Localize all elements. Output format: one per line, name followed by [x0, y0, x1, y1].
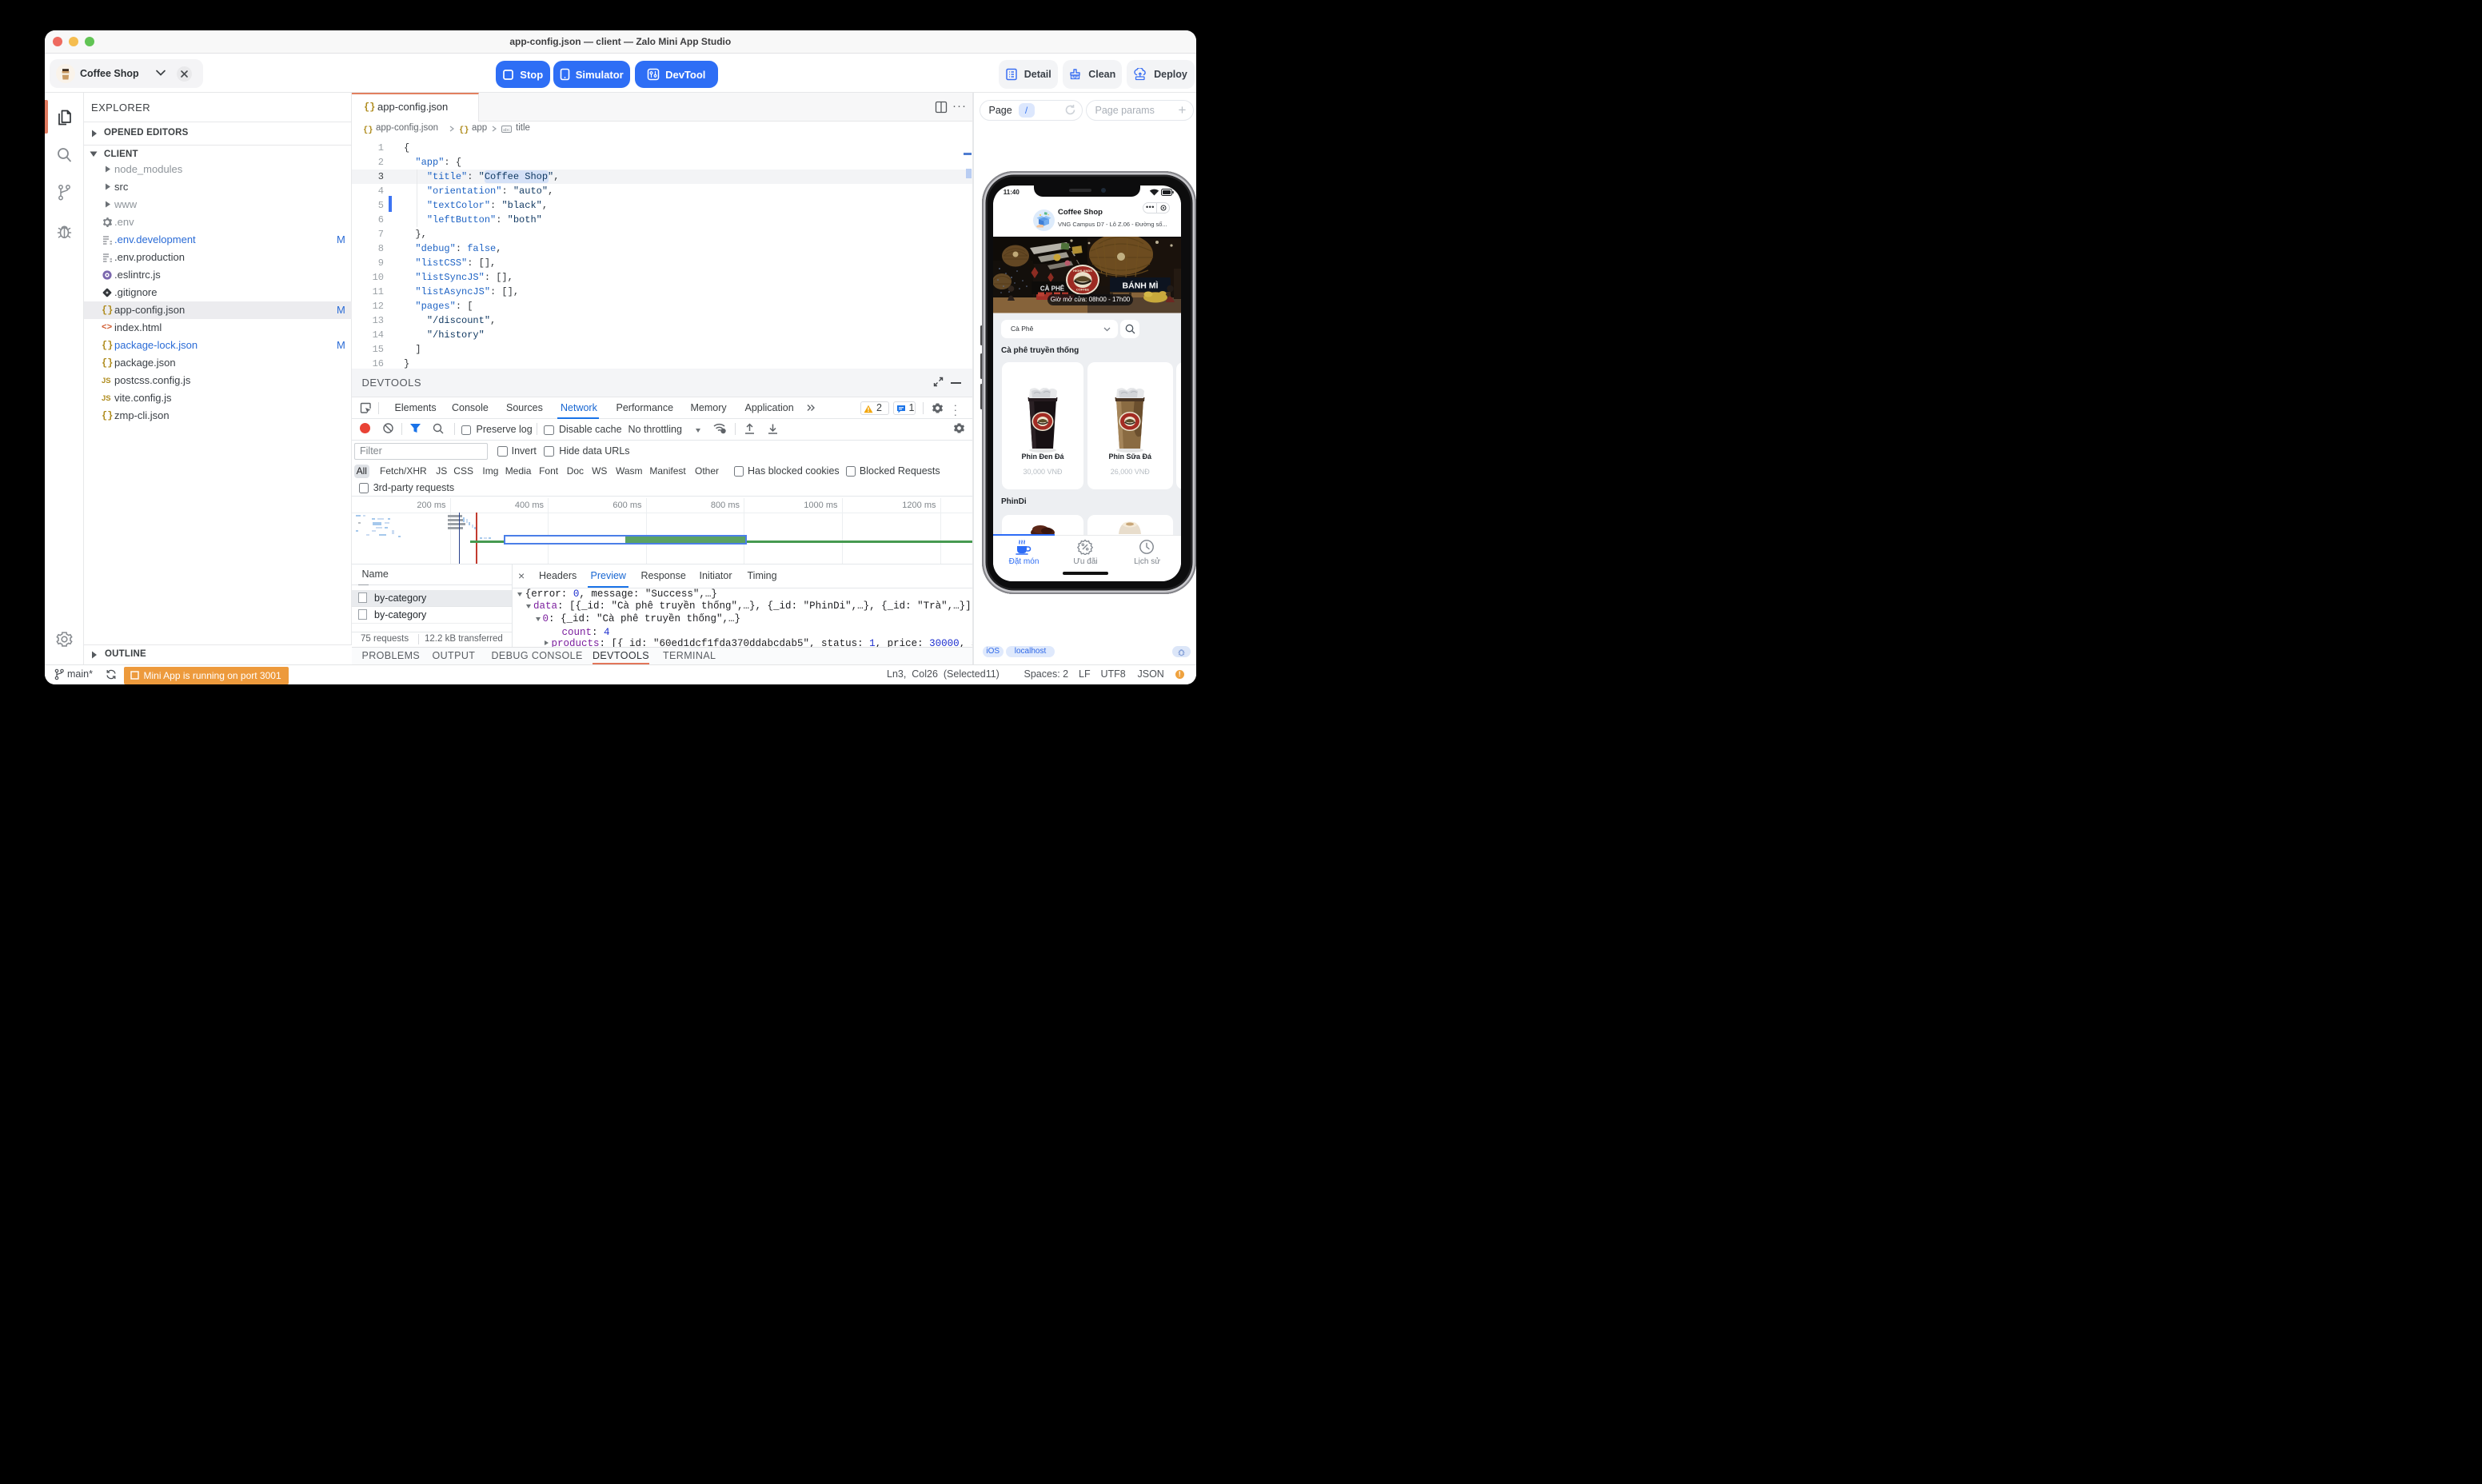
svg-text:abc: abc [503, 128, 510, 133]
svg-text:COFFEE: COFFEE [1076, 288, 1090, 292]
svg-text:BÁNH MÌ: BÁNH MÌ [1123, 281, 1159, 291]
svg-text:CÀ PHÊ: CÀ PHÊ [1040, 285, 1065, 293]
svg-text:HIGHLANDS: HIGHLANDS [1073, 269, 1092, 273]
